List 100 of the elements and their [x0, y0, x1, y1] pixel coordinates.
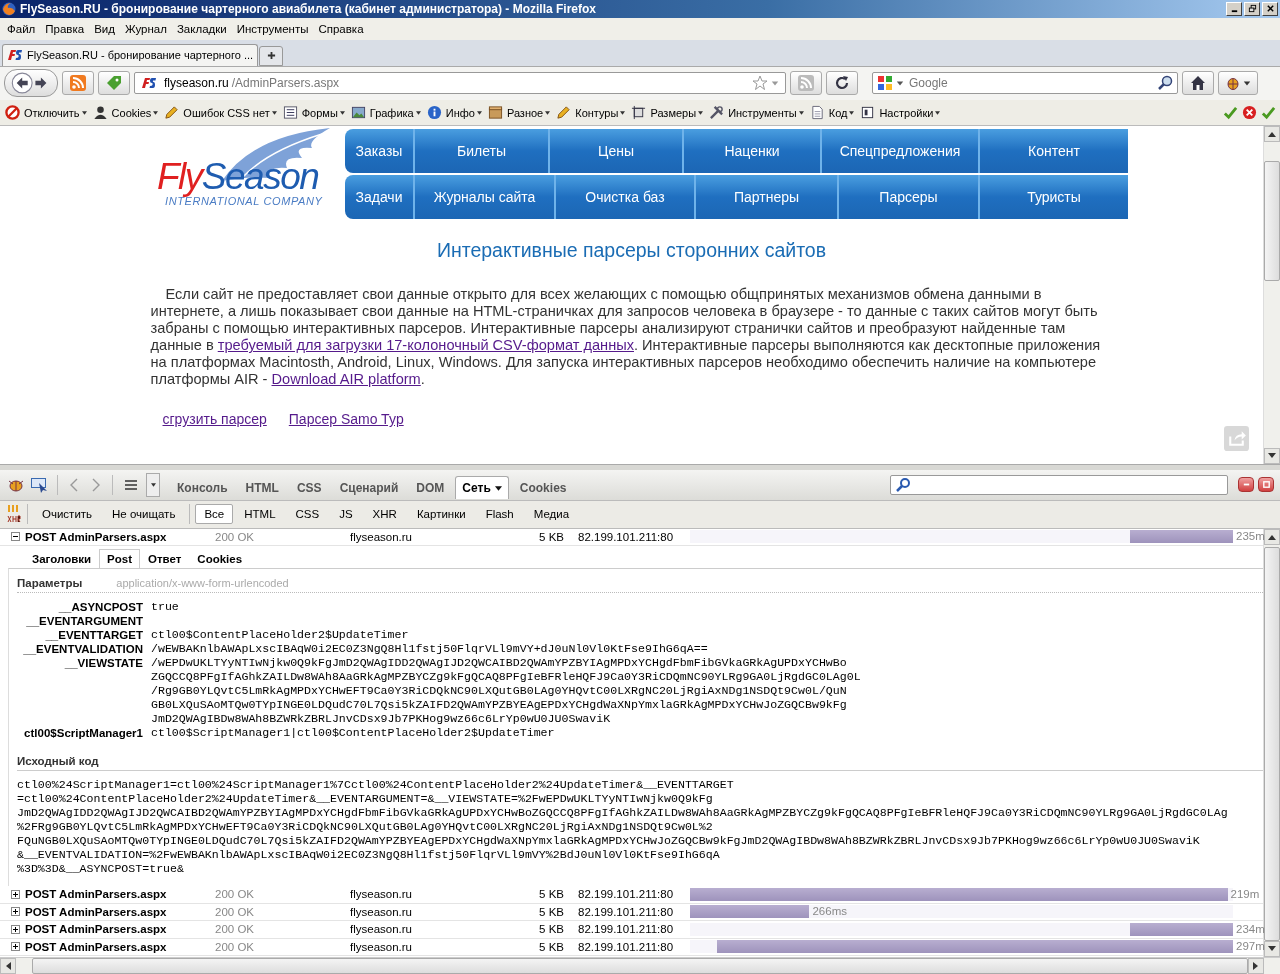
detail-tab[interactable]: Ответ: [140, 549, 190, 569]
restore-button[interactable]: [1244, 1, 1260, 16]
dropdown-icon[interactable]: [896, 79, 904, 88]
inspect-icon[interactable]: [30, 476, 50, 493]
toolbar-menu-button[interactable]: Размеры: [628, 105, 707, 121]
menu-item[interactable]: Файл: [2, 22, 41, 35]
filter-button[interactable]: HTML: [235, 504, 285, 525]
nav-link[interactable]: Очистка баз: [556, 175, 696, 220]
filter-button[interactable]: Flash: [476, 504, 523, 525]
nav-link[interactable]: Цены: [550, 129, 684, 174]
detail-tab[interactable]: Заголовки: [24, 549, 100, 569]
panel-tab[interactable]: Сценарий: [332, 476, 406, 500]
detail-tab[interactable]: Post: [99, 549, 140, 569]
toolbar-menu-button[interactable]: Разное: [484, 105, 554, 121]
toolbar-menu-button[interactable]: Формы: [279, 105, 348, 121]
menu-item[interactable]: Инструменты: [231, 22, 314, 35]
panel-tab[interactable]: HTML: [238, 476, 286, 500]
toolbar-menu-button[interactable]: Ошибок CSS нет: [161, 105, 280, 121]
down-arrow-icon[interactable]: [1268, 946, 1276, 952]
detach-button[interactable]: [1258, 477, 1274, 493]
close-button[interactable]: [1262, 1, 1278, 16]
menu-icon[interactable]: [124, 478, 138, 491]
panel-tab[interactable]: DOM: [409, 476, 452, 500]
addon-menu-button[interactable]: [1218, 71, 1258, 96]
minimize-button[interactable]: [1238, 477, 1254, 493]
nav-link[interactable]: Задачи: [345, 175, 415, 220]
text-link[interactable]: требуемый для загрузки 17-колоночный CSV-формат данных: [217, 337, 634, 354]
menu-item[interactable]: Правка: [40, 22, 90, 35]
nav-link[interactable]: Парсеры: [839, 175, 980, 220]
nav-link[interactable]: Билеты: [415, 129, 550, 174]
star-icon[interactable]: [752, 75, 768, 92]
nav-link[interactable]: Партнеры: [696, 175, 839, 220]
toolbar-menu-button[interactable]: Cookies: [89, 105, 162, 121]
search-field[interactable]: [890, 474, 1228, 495]
request-row[interactable]: POST AdminParsers.aspx 200 OK flyseason.ru 5 KB 82.199.101.211:80 297m: [0, 938, 1263, 957]
up-arrow-icon[interactable]: [1268, 131, 1276, 138]
left-arrow-icon[interactable]: [5, 962, 11, 970]
text-link[interactable]: сгрузить парсер: [162, 411, 267, 428]
up-arrow-icon[interactable]: [1268, 533, 1276, 540]
nav-link[interactable]: Спецпредложения: [822, 129, 980, 174]
detail-tab[interactable]: Cookies: [189, 549, 251, 569]
menu-item[interactable]: Справка: [313, 22, 369, 35]
checkmark-icon[interactable]: [1223, 105, 1238, 121]
dropdown-button[interactable]: [146, 472, 160, 497]
home-button[interactable]: [1182, 71, 1214, 96]
nav-link[interactable]: Заказы: [345, 129, 415, 174]
request-row[interactable]: POST AdminParsers.aspx 200 OK flyseason.ru 5 KB 82.199.101.211:80 235m: [0, 528, 1263, 547]
toolbar-menu-button[interactable]: Инструменты: [706, 105, 807, 121]
menu-item[interactable]: Закладки: [171, 22, 232, 35]
xhr-icon[interactable]: [6, 504, 22, 525]
back-forward-button[interactable]: [4, 69, 58, 98]
right-arrow-icon[interactable]: [1253, 962, 1259, 970]
toolbar-menu-button[interactable]: Инфо: [423, 105, 485, 121]
reload-button[interactable]: [826, 71, 858, 96]
nav-link[interactable]: Туристы: [980, 175, 1128, 220]
menu-item[interactable]: Журнал: [119, 22, 172, 35]
feed-button[interactable]: [62, 71, 94, 96]
panel-tab[interactable]: CSS: [289, 476, 329, 500]
down-arrow-icon[interactable]: [1268, 453, 1276, 460]
toolbar-menu-button[interactable]: Графика: [347, 105, 424, 121]
expand-icon[interactable]: [11, 924, 20, 934]
scrollbar[interactable]: [1263, 126, 1280, 465]
filter-button[interactable]: Картинки: [407, 504, 475, 525]
filter-button[interactable]: Все: [195, 504, 234, 525]
request-row[interactable]: POST AdminParsers.aspx 200 OK flyseason.ru 5 KB 82.199.101.211:80 266ms: [0, 903, 1263, 922]
request-row[interactable]: POST AdminParsers.aspx 200 OK flyseason.ru 5 KB 82.199.101.211:80 219m: [0, 886, 1263, 904]
address-field[interactable]: flyseason.ru /AdminParsers.aspx: [134, 72, 786, 95]
filter-button[interactable]: XHR: [363, 504, 406, 525]
filter-button[interactable]: Медиа: [524, 504, 579, 525]
expand-icon[interactable]: [11, 889, 20, 899]
new-tab-button[interactable]: [259, 45, 284, 66]
nav-link[interactable]: Наценки: [684, 129, 822, 174]
expand-icon[interactable]: [11, 907, 20, 917]
search-icon[interactable]: [1157, 75, 1173, 92]
toolbar-menu-button[interactable]: Настройки: [857, 105, 944, 121]
checkmark-icon[interactable]: [1261, 105, 1276, 121]
toolbar-button[interactable]: Очистить: [33, 504, 102, 525]
site-logo[interactable]: FlySeason INTERNATIONAL COMPANY: [157, 126, 337, 217]
toolbar-menu-button[interactable]: Код: [806, 105, 858, 121]
error-icon[interactable]: [1242, 105, 1257, 121]
menu-item[interactable]: Вид: [89, 22, 120, 35]
toolbar-menu-button[interactable]: Контуры: [553, 105, 629, 121]
filter-button[interactable]: CSS: [286, 504, 329, 525]
text-link[interactable]: Парсер Samo Typ: [288, 411, 404, 428]
scrollbar-thumb[interactable]: [1264, 161, 1280, 282]
request-row[interactable]: POST AdminParsers.aspx 200 OK flyseason.ru 5 KB 82.199.101.211:80 234m: [0, 921, 1263, 939]
text-link[interactable]: Download AIR platform: [271, 371, 421, 388]
expand-icon[interactable]: [11, 942, 20, 952]
toolbar-button[interactable]: Не очищать: [103, 504, 185, 525]
nav-link[interactable]: Журналы сайта: [415, 175, 556, 220]
nav-link[interactable]: Контент: [980, 129, 1128, 174]
addon-button[interactable]: [98, 71, 130, 96]
search-field[interactable]: Google: [872, 72, 1178, 95]
panel-tab[interactable]: Cookies: [512, 476, 574, 500]
panel-tab[interactable]: Консоль: [170, 476, 235, 500]
toolbar-menu-button[interactable]: Отключить: [2, 105, 90, 121]
panel-tab[interactable]: Сеть: [455, 476, 509, 500]
browser-tab[interactable]: FlySeason.RU - бронирование чартерного ...: [2, 43, 259, 66]
collapse-icon[interactable]: [11, 532, 20, 542]
filter-button[interactable]: JS: [330, 504, 362, 525]
